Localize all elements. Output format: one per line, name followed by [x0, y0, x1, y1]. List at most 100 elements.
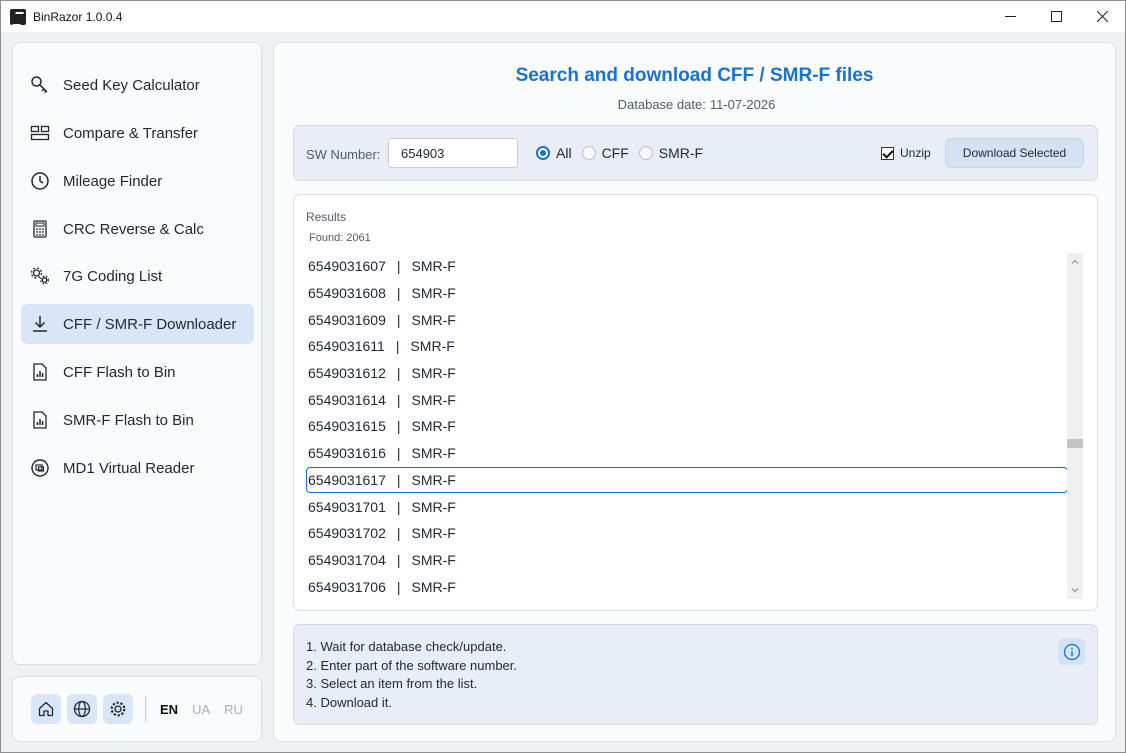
sw-number: 6549031706: [308, 578, 386, 595]
sidebar-item-md1-virtual-reader[interactable]: MD1 Virtual Reader: [21, 448, 254, 488]
file-type: SMR-F: [411, 471, 456, 488]
list-item[interactable]: 6549031607 | SMR-F: [306, 253, 1068, 280]
list-item[interactable]: 6549031704 | SMR-F: [306, 547, 1068, 574]
sidebar-item-label: Mileage Finder: [63, 172, 163, 190]
sidebar-item-cff-smrf-downloader[interactable]: CFF / SMR-F Downloader: [21, 304, 254, 344]
filter-radio-group: All CFF SMR-F: [536, 145, 713, 161]
found-label: Found:: [309, 232, 344, 244]
list-item[interactable]: 6549031617 | SMR-F: [306, 466, 1068, 494]
list-item[interactable]: 6549031609 | SMR-F: [306, 306, 1068, 333]
unzip-checkbox[interactable]: Unzip: [881, 146, 931, 160]
separator: |: [396, 498, 401, 515]
sw-number-input[interactable]: [388, 138, 518, 168]
sw-number: 6549031614: [308, 391, 386, 408]
filter-smrf-radio[interactable]: SMR-F: [638, 145, 704, 161]
info-button[interactable]: [1058, 638, 1085, 665]
sidebar-item-label: CRC Reverse & Calc: [63, 220, 204, 238]
list-item[interactable]: 6549031614 | SMR-F: [306, 386, 1068, 413]
list-item[interactable]: 6549031706 | SMR-F: [306, 573, 1068, 600]
sw-number: 6549031704: [308, 551, 386, 568]
radio-label: SMR-F: [658, 145, 704, 161]
sidebar-item-mileage-finder[interactable]: Mileage Finder: [21, 161, 254, 201]
list-item[interactable]: 6549031702 | SMR-F: [306, 520, 1068, 547]
download-selected-button[interactable]: Download Selected: [945, 138, 1084, 168]
file-type: SMR-F: [411, 391, 456, 408]
separator: |: [395, 338, 400, 355]
list-item[interactable]: 6549031612 | SMR-F: [306, 360, 1068, 387]
help-steps: 1. Wait for database check/update. 2. En…: [306, 638, 517, 713]
file-type: SMR-F: [411, 365, 456, 382]
sidebar-item-compare-transfer[interactable]: Compare & Transfer: [21, 113, 254, 153]
info-icon: [1063, 643, 1080, 660]
language-ru[interactable]: RU: [224, 702, 243, 717]
search-bar: SW Number: All CFF SMR-F Unzip: [293, 125, 1098, 181]
help-step: 2. Enter part of the software number.: [306, 657, 518, 673]
database-date-value: 11-07-2026: [709, 97, 776, 112]
minimize-button[interactable]: [987, 1, 1033, 32]
help-step: 3. Select an item from the list.: [306, 676, 478, 692]
results-list: 6549031607 | SMR-F 6549031608 | SMR-F 65490316…: [306, 253, 1068, 600]
separator: |: [396, 258, 401, 275]
close-button[interactable]: [1079, 1, 1125, 32]
found-value: 2061: [346, 232, 371, 244]
sidebar-item-label: CFF Flash to Bin: [63, 363, 176, 381]
filter-cff-radio[interactable]: CFF: [581, 145, 629, 161]
language-divider: [145, 696, 146, 722]
sw-number: 6549031612: [308, 365, 386, 382]
web-button[interactable]: [67, 694, 97, 724]
scroll-down-arrow-icon[interactable]: [1067, 583, 1083, 597]
clock-icon: [29, 170, 51, 192]
separator: |: [396, 471, 401, 488]
list-item[interactable]: 6549031608 | SMR-F: [306, 280, 1068, 307]
list-item[interactable]: 6549031611 | SMR-F: [306, 333, 1068, 360]
sidebar-item-label: SMR-F Flash to Bin: [63, 411, 194, 429]
sidebar-item-7g-coding-list[interactable]: 7G Coding List: [21, 256, 254, 296]
language-en[interactable]: EN: [160, 702, 178, 717]
scroll-up-arrow-icon[interactable]: [1067, 255, 1083, 269]
filter-all-radio[interactable]: All: [536, 145, 572, 161]
main-panel: Search and download CFF / SMR-F files Da…: [273, 42, 1116, 742]
sidebar-footer: EN UA RU: [12, 676, 262, 742]
minimize-icon: [1004, 16, 1016, 17]
separator: |: [396, 311, 401, 328]
sidebar-item-label: CFF / SMR-F Downloader: [63, 315, 237, 333]
gear-icon: [110, 701, 126, 717]
list-item[interactable]: 6549031616 | SMR-F: [306, 440, 1068, 467]
radio-circle: [581, 146, 596, 160]
compare-icon: [29, 122, 51, 144]
separator: |: [396, 578, 401, 595]
calculator-icon: [29, 218, 51, 240]
sw-number-label: SW Number:: [306, 147, 381, 162]
file-type: SMR-F: [411, 551, 456, 568]
settings-button[interactable]: [103, 694, 133, 724]
separator: |: [396, 445, 401, 462]
list-item[interactable]: 6549031701 | SMR-F: [306, 493, 1068, 520]
database-date-label: Database date:: [617, 97, 706, 112]
sidebar-item-crc-reverse-calc[interactable]: CRC Reverse & Calc: [21, 209, 254, 249]
sw-number: 6549031617: [308, 471, 386, 488]
scroll-thumb[interactable]: [1067, 439, 1083, 448]
sw-number: 6549031701: [308, 498, 386, 515]
globe-icon: [73, 700, 91, 718]
help-step: 1. Wait for database check/update.: [306, 639, 507, 654]
file-type: SMR-F: [411, 498, 456, 515]
close-icon: [1096, 11, 1108, 22]
separator: |: [396, 285, 401, 302]
list-item[interactable]: 6549031615 | SMR-F: [306, 413, 1068, 440]
help-panel: 1. Wait for database check/update. 2. En…: [293, 624, 1098, 725]
sidebar-item-cff-flash-to-bin[interactable]: CFF Flash to Bin: [21, 352, 254, 392]
language-ua[interactable]: UA: [192, 702, 210, 717]
separator: |: [396, 391, 401, 408]
home-button[interactable]: [31, 694, 61, 724]
maximize-button[interactable]: [1033, 1, 1079, 32]
results-panel: Results Found: 2061 6549031607 | SMR-F 65490…: [293, 194, 1098, 611]
file-type: SMR-F: [411, 525, 456, 542]
sidebar-item-seed-key-calculator[interactable]: Seed Key Calculator: [21, 65, 254, 105]
window-controls: [987, 1, 1125, 32]
sidebar-item-label: MD1 Virtual Reader: [63, 459, 195, 477]
results-scrollbar[interactable]: [1067, 253, 1083, 599]
file-chart-icon: [29, 361, 51, 383]
radio-label: All: [556, 145, 572, 161]
sw-number: 6549031608: [308, 285, 386, 302]
sidebar-item-smrf-flash-to-bin[interactable]: SMR-F Flash to Bin: [21, 400, 254, 440]
